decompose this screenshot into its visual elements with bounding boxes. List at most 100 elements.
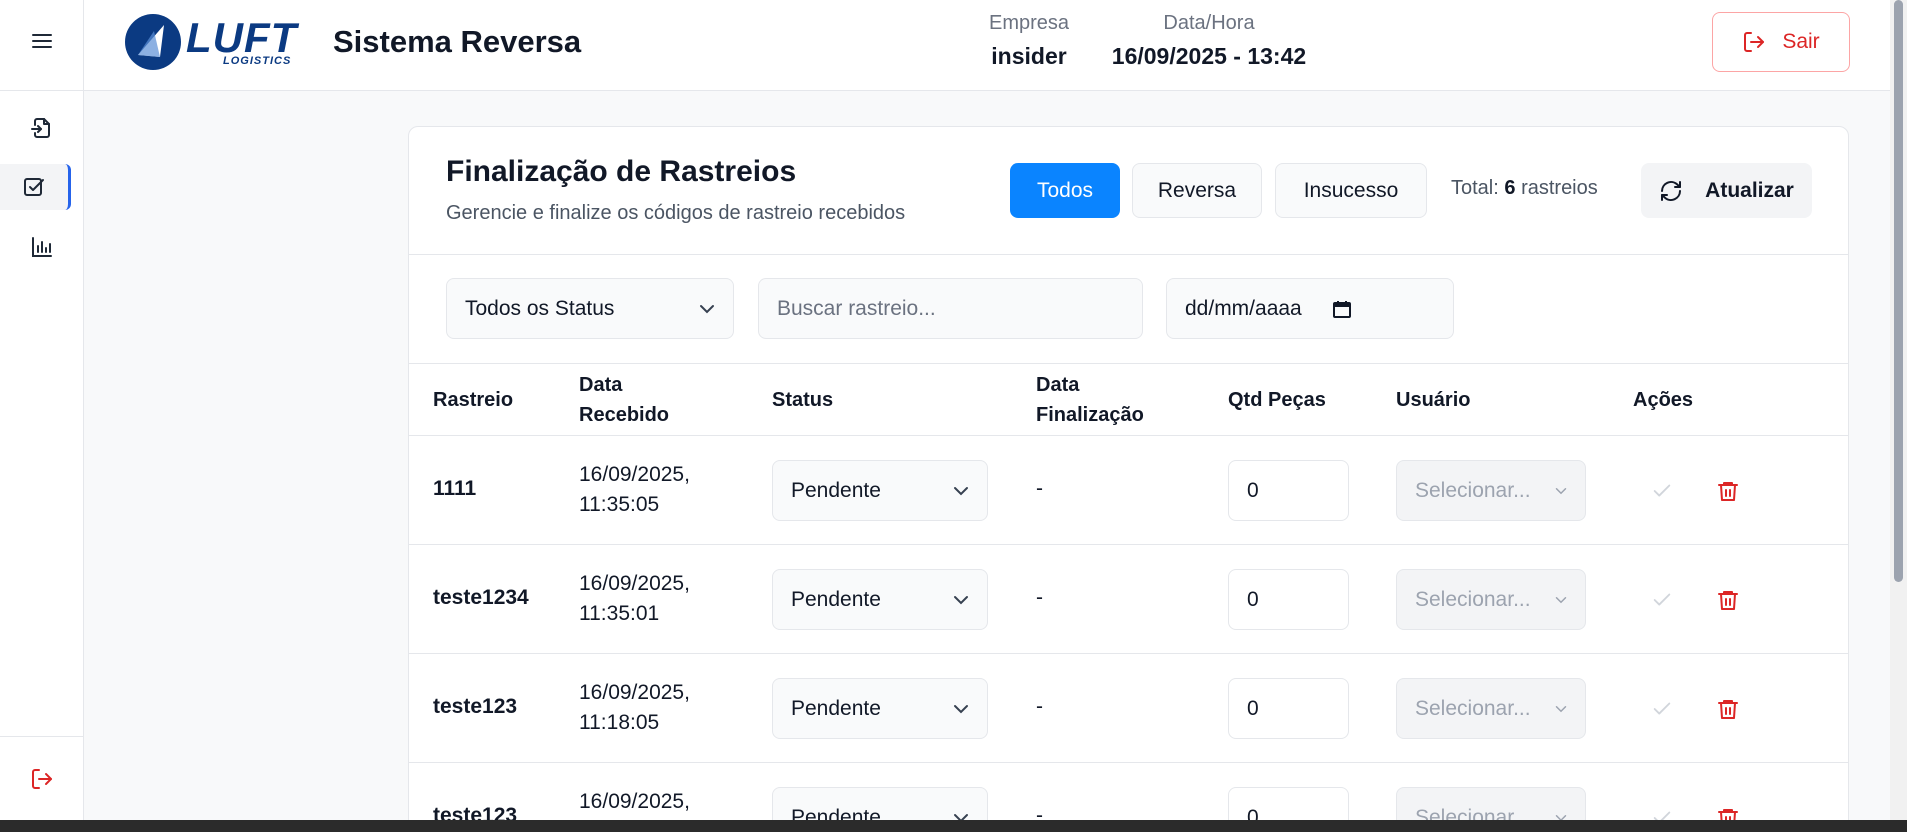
row-date-line1: 16/09/2025, <box>579 790 690 813</box>
refresh-icon <box>1661 180 1682 201</box>
finalizacao-card: Finalização de Rastreios Gerencie e fina… <box>408 126 1849 832</box>
sidebar-item-recebimento[interactable] <box>0 105 84 151</box>
logo-sub-text: LOGISTICS <box>223 55 292 67</box>
card-header-divider <box>409 254 1848 255</box>
chevron-down-icon <box>954 704 968 713</box>
tab-reversa[interactable]: Reversa <box>1132 163 1262 218</box>
check-icon <box>1653 484 1671 497</box>
sidebar-item-relatorios[interactable] <box>0 224 84 270</box>
finalize-button[interactable] <box>1649 696 1675 722</box>
filter-divider <box>409 363 1848 364</box>
row-user-value: Selecionar... <box>1415 587 1531 611</box>
tab-insucesso[interactable]: Insucesso <box>1275 163 1427 218</box>
row-date-received: 16/09/2025, 11:18:05 <box>579 678 690 738</box>
trash-icon <box>1718 700 1738 719</box>
chevron-down-icon <box>1555 487 1567 494</box>
col-header-data-recebido-line2: Recebido <box>579 404 670 426</box>
file-import-icon <box>31 118 50 138</box>
scrollbar-thumb[interactable] <box>1894 0 1903 582</box>
row-status-select[interactable]: Pendente <box>772 569 988 630</box>
chevron-down-icon <box>700 304 714 313</box>
row-date-final: - <box>1036 695 1043 718</box>
row-user-value: Selecionar... <box>1415 696 1531 720</box>
row-user-select[interactable]: Selecionar... <box>1396 678 1586 739</box>
search-input[interactable]: Buscar rastreio... <box>758 278 1143 339</box>
logo-emblem-icon <box>125 14 181 70</box>
row-date-received: 16/09/2025, 11:35:05 <box>579 460 690 520</box>
row-status-value: Pendente <box>791 587 881 611</box>
check-icon <box>1653 593 1671 606</box>
sidebar-divider-bottom <box>0 736 84 737</box>
col-header-data-recebido: Data Recebido <box>579 370 669 430</box>
page-scrollbar[interactable] <box>1890 0 1907 820</box>
col-header-rastreio: Rastreio <box>433 389 514 411</box>
col-header-data-recebido-line1: Data <box>579 374 623 396</box>
table-row: teste1234 16/09/2025, 11:35:01 Pendente … <box>409 544 1848 653</box>
table-row: 1111 16/09/2025, 11:35:05 Pendente - 0 S… <box>409 435 1848 544</box>
page-subtitle: Gerencie e finalize os códigos de rastre… <box>446 202 906 224</box>
row-qtd-input[interactable]: 0 <box>1228 460 1349 521</box>
refresh-button[interactable]: Atualizar <box>1641 163 1812 218</box>
total-count: Total: 6 rastreios <box>1451 177 1598 200</box>
row-date-line2: 11:35:01 <box>579 602 660 625</box>
total-number: 6 <box>1504 177 1516 199</box>
trash-icon <box>1718 591 1738 610</box>
logout-button[interactable]: Sair <box>1712 12 1850 72</box>
hamburger-icon <box>32 34 52 48</box>
finalize-button[interactable] <box>1649 478 1675 504</box>
row-code: teste123 <box>433 695 518 718</box>
logout-icon <box>1744 32 1765 52</box>
sidebar-logout-button[interactable] <box>0 756 84 802</box>
finalize-button[interactable] <box>1649 587 1675 613</box>
page-title: Finalização de Rastreios <box>446 155 797 188</box>
row-status-select[interactable]: Pendente <box>772 460 988 521</box>
row-qtd-input[interactable]: 0 <box>1228 678 1349 739</box>
chevron-down-icon <box>1555 596 1567 603</box>
row-status-select[interactable]: Pendente <box>772 678 988 739</box>
company-info: Empresa insider <box>964 12 1094 70</box>
sidebar-item-finalizacao[interactable] <box>0 164 71 210</box>
bottom-edge <box>0 820 1907 832</box>
delete-button[interactable] <box>1715 587 1741 613</box>
row-date-received: 16/09/2025, <box>579 787 690 817</box>
chevron-down-icon <box>1555 705 1567 712</box>
datetime-value: 16/09/2025 - 13:42 <box>1111 43 1307 69</box>
status-filter-value: Todos os Status <box>465 296 615 320</box>
logo-main-text: LUFT <box>186 14 298 61</box>
row-user-select[interactable]: Selecionar... <box>1396 460 1586 521</box>
datetime-label: Data/Hora <box>1163 12 1255 34</box>
delete-button[interactable] <box>1715 478 1741 504</box>
check-square-icon <box>24 178 44 196</box>
delete-button[interactable] <box>1715 696 1741 722</box>
row-user-select[interactable]: Selecionar... <box>1396 569 1586 630</box>
check-icon <box>1653 702 1671 715</box>
calendar-icon[interactable] <box>1332 299 1352 319</box>
table-row: teste123 16/09/2025, 11:18:05 Pendente -… <box>409 653 1848 762</box>
row-date-line1: 16/09/2025, <box>579 463 690 486</box>
row-date-line2: 11:35:05 <box>579 493 660 516</box>
row-date-final: - <box>1036 477 1043 500</box>
col-header-status: Status <box>772 389 834 411</box>
col-header-data-final-line1: Data <box>1036 374 1080 396</box>
logout-label: Sair <box>1782 30 1820 53</box>
datetime-info: Data/Hora 16/09/2025 - 13:42 <box>1094 12 1324 70</box>
status-filter-select[interactable]: Todos os Status <box>446 278 734 339</box>
col-header-data-final-line2: Finalização <box>1036 404 1144 426</box>
row-user-value: Selecionar... <box>1415 478 1531 502</box>
row-qtd-input[interactable]: 0 <box>1228 569 1349 630</box>
search-placeholder: Buscar rastreio... <box>777 296 936 320</box>
date-filter-input[interactable]: dd/mm/aaaa <box>1166 278 1454 339</box>
bar-chart-icon <box>32 237 52 257</box>
logout-icon <box>32 769 52 789</box>
menu-toggle-button[interactable] <box>0 18 84 64</box>
row-date-line1: 16/09/2025, <box>579 681 690 704</box>
chevron-down-icon <box>954 595 968 604</box>
total-suffix: rastreios <box>1521 177 1598 199</box>
col-header-usuario: Usuário <box>1396 389 1471 411</box>
col-header-qtd: Qtd Peças <box>1228 389 1326 411</box>
chevron-down-icon <box>954 486 968 495</box>
tab-todos[interactable]: Todos <box>1010 163 1120 218</box>
col-header-data-finalizacao: Data Finalização <box>1036 370 1144 430</box>
row-date-line1: 16/09/2025, <box>579 572 690 595</box>
company-value: insider <box>991 43 1067 69</box>
